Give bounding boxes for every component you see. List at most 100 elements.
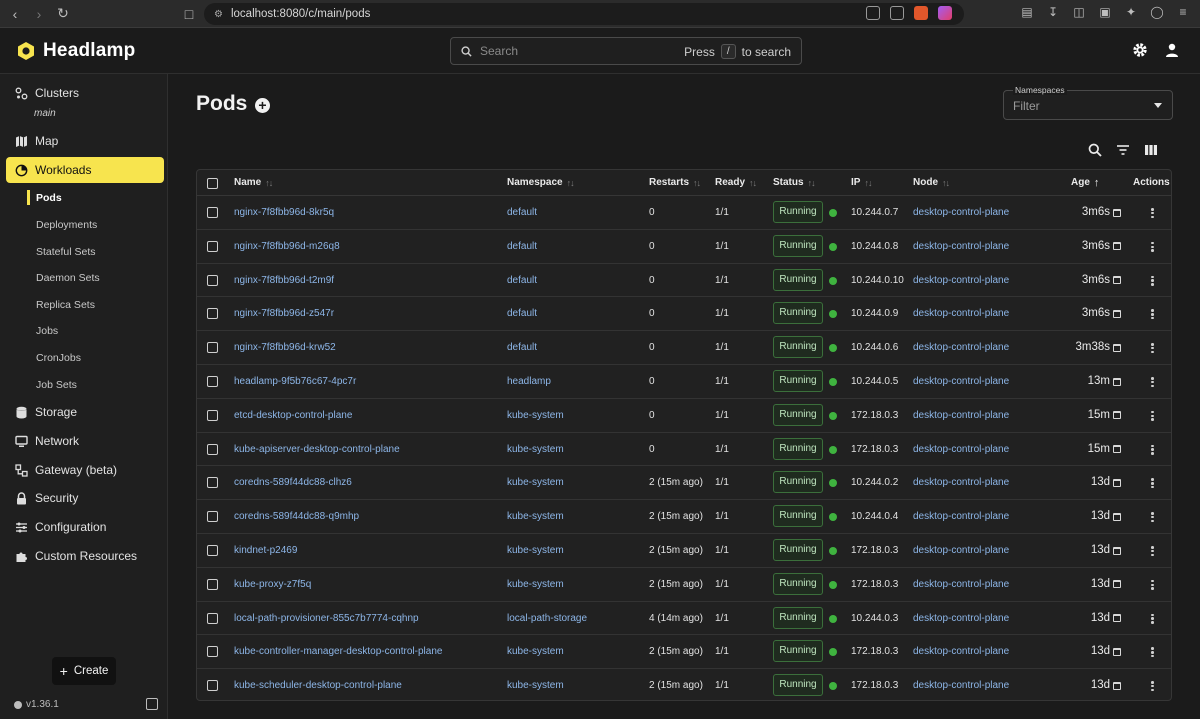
node-link[interactable]: desktop-control-plane [913, 399, 1009, 432]
pod-name-link[interactable]: nginx-7f8fbb96d-t2m9f [234, 264, 334, 297]
row-checkbox[interactable] [207, 443, 218, 455]
user-account-icon[interactable] [1164, 42, 1180, 58]
namespace-link[interactable]: headlamp [507, 365, 551, 398]
create-button[interactable]: + Create [52, 657, 116, 685]
vpn-icon[interactable]: ◯ [1150, 5, 1164, 19]
column-header-status[interactable]: Status ↑↓ [773, 170, 816, 196]
pod-name-link[interactable]: nginx-7f8fbb96d-z547r [234, 297, 334, 330]
row-actions-kebab-icon[interactable] [1151, 377, 1154, 387]
node-link[interactable]: desktop-control-plane [913, 466, 1009, 499]
sidebar-item-storage[interactable]: Storage [6, 399, 164, 425]
pod-name-link[interactable]: nginx-7f8fbb96d-8kr5q [234, 196, 334, 229]
row-actions-kebab-icon[interactable] [1151, 579, 1154, 590]
sidebar-item-job-sets[interactable]: Job Sets [36, 379, 77, 391]
column-header-name[interactable]: Name ↑↓ [234, 170, 273, 196]
sidebar-item-daemon-sets[interactable]: Daemon Sets [36, 272, 100, 284]
namespace-link[interactable]: default [507, 230, 537, 263]
table-search-icon[interactable] [1088, 143, 1102, 157]
headlamp-logo[interactable]: Headlamp [16, 40, 135, 62]
cast-icon[interactable] [866, 6, 880, 20]
row-actions-kebab-icon[interactable] [1151, 512, 1154, 523]
sidebar-toggle-icon[interactable]: ◫ [1072, 5, 1086, 19]
forward-icon[interactable]: › [28, 3, 50, 25]
node-link[interactable]: desktop-control-plane [913, 230, 1009, 263]
namespace-link[interactable]: kube-system [507, 466, 564, 499]
pod-name-link[interactable]: kube-apiserver-desktop-control-plane [234, 433, 400, 466]
row-actions-kebab-icon[interactable] [1151, 613, 1154, 624]
sidebar-item-clusters[interactable]: Clusters [6, 80, 164, 106]
row-checkbox[interactable] [207, 511, 218, 523]
back-icon[interactable]: ‹ [4, 3, 26, 25]
node-link[interactable]: desktop-control-plane [913, 264, 1009, 297]
column-header-restarts[interactable]: Restarts ↑↓ [649, 170, 701, 196]
namespace-link[interactable]: kube-system [507, 669, 564, 700]
columns-icon[interactable] [1144, 143, 1158, 157]
pod-name-link[interactable]: local-path-provisioner-855c7b7774-cqhnp [234, 602, 419, 635]
pod-name-link[interactable]: nginx-7f8fbb96d-krw52 [234, 331, 336, 364]
namespace-link[interactable]: kube-system [507, 534, 564, 567]
brave-shield-icon[interactable] [914, 6, 928, 20]
node-link[interactable]: desktop-control-plane [913, 365, 1009, 398]
column-header-ip[interactable]: IP ↑↓ [851, 170, 872, 196]
namespace-link[interactable]: default [507, 196, 537, 229]
sidebar-item-deployments[interactable]: Deployments [36, 219, 97, 231]
row-actions-kebab-icon[interactable] [1151, 208, 1154, 218]
sidebar-item-gateway[interactable]: Gateway (beta) [6, 457, 164, 483]
row-checkbox[interactable] [207, 612, 218, 624]
row-checkbox[interactable] [207, 545, 218, 556]
sidebar-item-cronjobs[interactable]: CronJobs [36, 352, 81, 364]
sidebar-item-network[interactable]: Network [6, 428, 164, 454]
row-actions-kebab-icon[interactable] [1151, 241, 1154, 252]
row-actions-kebab-icon[interactable] [1151, 309, 1154, 320]
namespace-link[interactable]: kube-system [507, 500, 564, 533]
bookmark-icon[interactable]: □ [178, 3, 200, 25]
namespace-link[interactable]: default [507, 297, 537, 330]
select-all-checkbox[interactable] [207, 178, 218, 189]
node-link[interactable]: desktop-control-plane [913, 669, 1009, 700]
brave-rewards-icon[interactable] [938, 6, 952, 20]
node-link[interactable]: desktop-control-plane [913, 196, 1009, 229]
collapse-sidebar-icon[interactable] [146, 698, 158, 710]
filter-icon[interactable] [1116, 143, 1130, 157]
node-link[interactable]: desktop-control-plane [913, 297, 1009, 330]
sidebar-item-security[interactable]: Security [6, 485, 164, 511]
column-header-age[interactable]: Age ↑ [1071, 170, 1099, 196]
node-link[interactable]: desktop-control-plane [913, 534, 1009, 567]
namespace-link[interactable]: default [507, 331, 537, 364]
sidebar-item-jobs[interactable]: Jobs [36, 325, 58, 337]
pod-name-link[interactable]: headlamp-9f5b76c67-4pc7r [234, 365, 356, 398]
add-pod-button[interactable]: + [255, 98, 270, 113]
namespace-link[interactable]: default [507, 264, 537, 297]
node-link[interactable]: desktop-control-plane [913, 500, 1009, 533]
row-checkbox[interactable] [207, 646, 218, 658]
namespace-link[interactable]: kube-system [507, 433, 564, 466]
sidebar-item-stateful-sets[interactable]: Stateful Sets [36, 246, 96, 258]
namespace-link[interactable]: local-path-storage [507, 602, 587, 635]
namespace-link[interactable]: kube-system [507, 635, 564, 668]
node-link[interactable]: desktop-control-plane [913, 433, 1009, 466]
settings-gear-icon[interactable] [1132, 42, 1148, 58]
pod-name-link[interactable]: etcd-desktop-control-plane [234, 399, 352, 432]
row-checkbox[interactable] [207, 477, 218, 489]
reload-icon[interactable]: ↻ [52, 3, 74, 25]
sidebar-item-workloads[interactable]: Workloads [6, 157, 164, 183]
row-actions-kebab-icon[interactable] [1151, 546, 1154, 556]
row-checkbox[interactable] [207, 274, 218, 286]
sidebar-item-replica-sets[interactable]: Replica Sets [36, 299, 95, 311]
row-actions-kebab-icon[interactable] [1151, 410, 1154, 421]
row-actions-kebab-icon[interactable] [1151, 478, 1154, 489]
pod-name-link[interactable]: coredns-589f44dc88-q9mhp [234, 500, 359, 533]
node-link[interactable]: desktop-control-plane [913, 602, 1009, 635]
row-checkbox[interactable] [207, 578, 218, 590]
sidebar-item-configuration[interactable]: Configuration [6, 514, 164, 540]
row-actions-kebab-icon[interactable] [1151, 343, 1154, 354]
search-input[interactable]: Search Press / to search [450, 37, 802, 65]
pod-name-link[interactable]: coredns-589f44dc88-clhz6 [234, 466, 352, 499]
row-checkbox[interactable] [207, 376, 218, 387]
wallet-icon[interactable]: ▣ [1098, 5, 1112, 19]
pod-name-link[interactable]: kube-controller-manager-desktop-control-… [234, 635, 442, 668]
row-checkbox[interactable] [207, 409, 218, 421]
version-info[interactable]: v1.36.1 [14, 699, 59, 710]
pod-name-link[interactable]: kube-scheduler-desktop-control-plane [234, 669, 402, 700]
column-header-node[interactable]: Node ↑↓ [913, 170, 950, 196]
